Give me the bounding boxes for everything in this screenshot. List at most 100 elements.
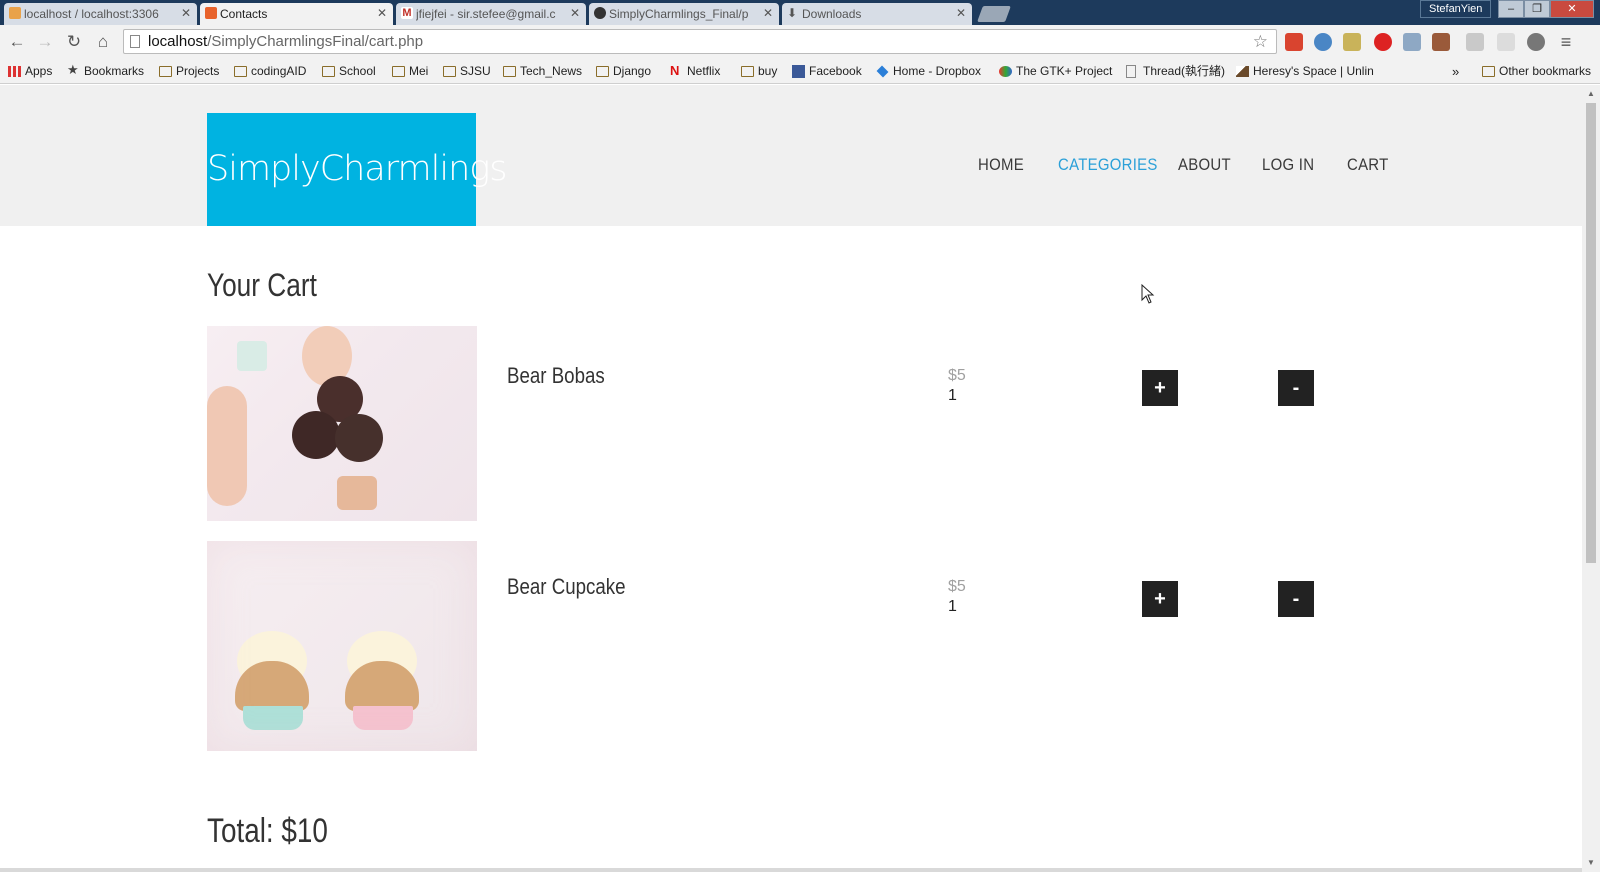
other-bookmarks[interactable]: Other bookmarks <box>1482 63 1591 80</box>
close-icon[interactable]: ✕ <box>377 6 387 20</box>
product-image-bear-bobas <box>207 326 477 521</box>
forward-arrow-icon[interactable]: → <box>34 31 56 53</box>
nav-categories[interactable]: CATEGORIES <box>1058 155 1158 175</box>
scrollbar-thumb[interactable] <box>1586 103 1596 563</box>
phpmyadmin-icon <box>9 7 21 19</box>
cart-item-quantity: 1 <box>948 598 957 615</box>
scroll-up-arrow-icon[interactable]: ▲ <box>1582 87 1600 101</box>
bookmark-label: The GTK+ Project <box>1016 64 1113 78</box>
bookmark-folder[interactable]: Tech_News <box>503 63 582 80</box>
minimize-button[interactable]: – <box>1498 0 1524 18</box>
finger-shape <box>207 386 247 506</box>
star-icon: ★ <box>67 62 79 77</box>
new-tab-button[interactable] <box>977 6 1011 22</box>
bookmark-folder[interactable]: buy <box>741 63 777 80</box>
page-scrollbar[interactable]: ▲ ▼ <box>1582 85 1600 872</box>
menu-icon[interactable]: ≡ <box>1555 31 1577 53</box>
apps-grid-icon <box>8 66 21 77</box>
decrease-quantity-button[interactable]: - <box>1278 581 1314 617</box>
home-icon[interactable]: ⌂ <box>92 31 114 53</box>
image-vignette <box>207 541 477 751</box>
bookmark-label: Bookmarks <box>84 64 145 78</box>
reload-icon[interactable]: ↻ <box>63 31 85 53</box>
nav-cart[interactable]: CART <box>1347 155 1389 175</box>
browser-tab[interactable]: M jfiejfei - sir.stefee@gmail.c ✕ <box>396 3 586 25</box>
bookmark-gtk[interactable]: The GTK+ Project <box>999 63 1112 80</box>
browser-tab-active[interactable]: Contacts ✕ <box>200 3 393 25</box>
product-image-bear-cupcake <box>207 541 477 751</box>
decrease-quantity-button[interactable]: - <box>1278 370 1314 406</box>
gmail-icon: M <box>401 7 413 19</box>
bookmark-folder[interactable]: Projects <box>159 63 219 80</box>
bookmark-label: buy <box>758 64 778 78</box>
window-close-button[interactable]: ✕ <box>1550 0 1594 18</box>
bookmark-bookmarks[interactable]: ★ Bookmarks <box>67 63 144 80</box>
restore-button[interactable]: ❐ <box>1524 0 1550 18</box>
bookmark-star-icon[interactable]: ☆ <box>1253 30 1268 53</box>
bookmark-folder[interactable]: SJSU <box>443 63 491 80</box>
bookmark-label: SJSU <box>460 64 491 78</box>
browser-tab[interactable]: localhost / localhost:3306 ✕ <box>4 3 197 25</box>
address-bar[interactable]: localhost/SimplyCharmlingsFinal/cart.php… <box>123 29 1277 54</box>
increase-quantity-button[interactable]: + <box>1142 581 1178 617</box>
browser-tab[interactable]: SimplyCharmlings_Final/p ✕ <box>589 3 779 25</box>
bookmark-label: Tech_News <box>520 64 583 78</box>
bookmark-dropbox[interactable]: Home - Dropbox <box>876 63 981 80</box>
bookmark-folder[interactable]: Django <box>596 63 651 80</box>
profile-button[interactable]: StefanYien <box>1420 0 1492 18</box>
bookmark-thread[interactable]: Thread(執行緒) <box>1126 63 1225 80</box>
close-icon[interactable]: ✕ <box>956 6 966 20</box>
cart-item-price: $5 <box>948 367 966 384</box>
cart-total: Total: $10 <box>207 812 328 850</box>
bookmarks-overflow-chevron[interactable]: » <box>1452 63 1459 80</box>
browser-title-bar: localhost / localhost:3306 ✕ Contacts ✕ … <box>0 0 1600 25</box>
cart-item-name: Bear Cupcake <box>507 574 626 599</box>
tab-title: jfiejfei - sir.stefee@gmail.c <box>416 7 556 21</box>
nav-login[interactable]: LOG IN <box>1262 155 1314 175</box>
shield-extension-icon[interactable] <box>1497 33 1515 51</box>
gmail-notifier-icon[interactable] <box>1285 33 1303 51</box>
nav-home[interactable]: HOME <box>978 155 1024 175</box>
address-path: /SimplyCharmlingsFinal/cart.php <box>207 33 424 50</box>
close-icon[interactable]: ✕ <box>181 6 191 20</box>
download-icon: ⬇ <box>787 6 798 20</box>
download-extension-icon[interactable] <box>1403 33 1421 51</box>
bookmark-label: Heresy's Space | Unlin <box>1253 64 1374 78</box>
bookmark-netflix[interactable]: N Netflix <box>670 63 720 80</box>
bookmark-folder[interactable]: School <box>322 63 376 80</box>
bookmark-heresy[interactable]: Heresy's Space | Unlin <box>1236 63 1374 80</box>
chat-extension-icon[interactable] <box>1314 33 1332 51</box>
chart-extension-icon[interactable] <box>1466 33 1484 51</box>
dropbox-icon <box>876 65 889 78</box>
bookmark-facebook[interactable]: Facebook <box>792 63 862 80</box>
scroll-down-arrow-icon[interactable]: ▼ <box>1582 856 1600 870</box>
back-arrow-icon[interactable]: ← <box>6 31 28 53</box>
bookmark-label: Django <box>613 64 652 78</box>
nav-about[interactable]: ABOUT <box>1178 155 1231 175</box>
bookmarks-bar: Apps ★ Bookmarks Projects codingAID Schoo… <box>0 59 1600 84</box>
tools-extension-icon[interactable] <box>1432 33 1450 51</box>
site-header: SimplyCharmlings HOME CATEGORIES ABOUT L… <box>0 85 1582 226</box>
bookmark-label: codingAID <box>251 64 307 78</box>
browser-tab[interactable]: ⬇ Downloads ✕ <box>782 3 972 25</box>
close-icon[interactable]: ✕ <box>763 6 773 20</box>
puzzle-extension-icon[interactable] <box>1527 33 1545 51</box>
contacts-icon <box>205 7 217 19</box>
bookmark-folder[interactable]: codingAID <box>234 63 306 80</box>
bookmark-label: Thread(執行緒) <box>1143 64 1226 78</box>
opera-icon[interactable] <box>1374 33 1392 51</box>
close-icon[interactable]: ✕ <box>570 6 580 20</box>
bookmark-folder[interactable]: Mei <box>392 63 428 80</box>
facebook-icon <box>792 65 805 78</box>
site-logo[interactable]: SimplyCharmlings <box>207 113 508 226</box>
cart-item-price: $5 <box>948 578 966 595</box>
palette-extension-icon[interactable] <box>1343 33 1361 51</box>
increase-quantity-button[interactable]: + <box>1142 370 1178 406</box>
folder-icon <box>1482 66 1495 77</box>
heresy-icon <box>1236 66 1249 77</box>
bookmark-apps[interactable]: Apps <box>8 63 52 80</box>
tab-title: Contacts <box>220 7 268 21</box>
taskbar-edge <box>0 868 1582 872</box>
bookmark-label: Facebook <box>809 64 862 78</box>
github-icon <box>594 7 606 19</box>
